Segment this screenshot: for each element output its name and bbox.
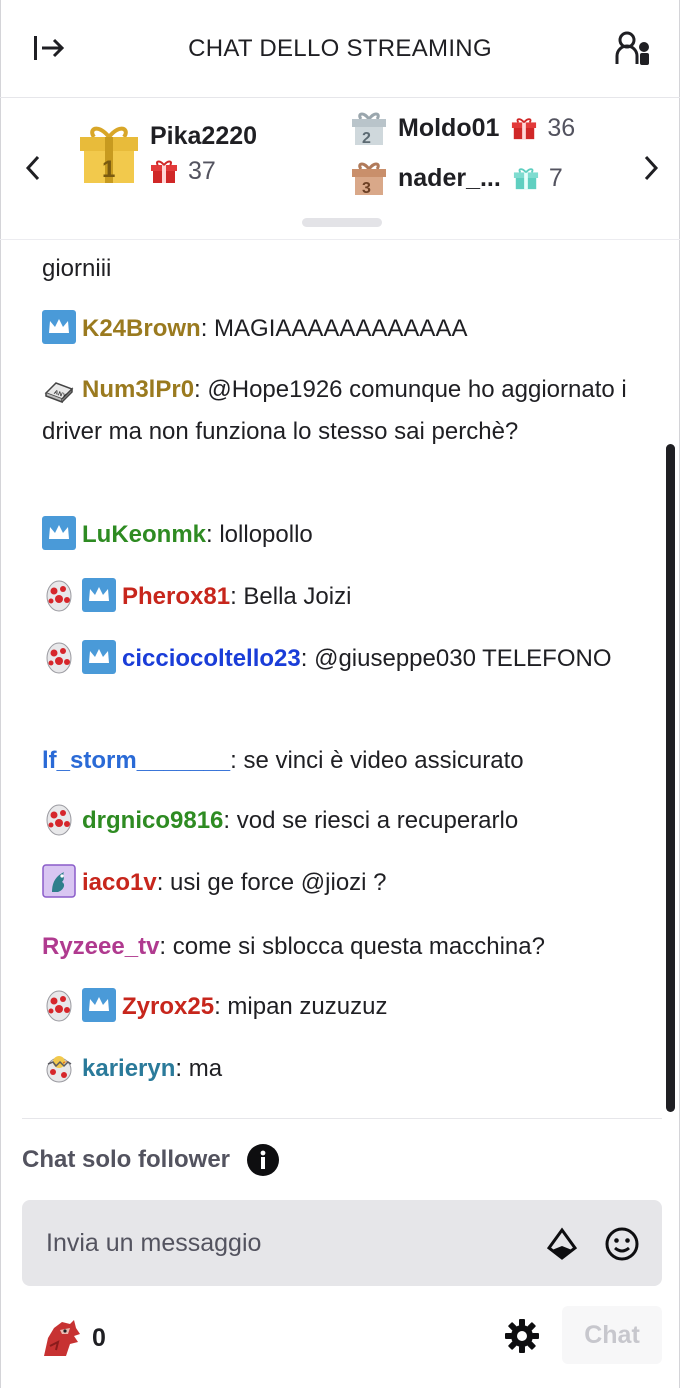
message-text: : usi ge force @jiozi ? (156, 869, 387, 896)
chat-title: CHAT DELLO STREAMING (188, 34, 492, 62)
chat-message[interactable]: iaco1v: usi ge force @jiozi ? (42, 862, 642, 904)
subscriber-crown-badge-icon[interactable] (42, 516, 76, 550)
message-username[interactable]: karieryn (82, 1055, 175, 1082)
chat-message[interactable]: ANY Num3lPr0: @Hope1926 comunque ho aggio… (42, 369, 642, 453)
leaderboard-third-place[interactable]: 3 nader_... 7 (350, 158, 563, 198)
chat-input-box[interactable] (22, 1200, 662, 1286)
first-place-amount: 37 (188, 156, 216, 185)
silver-gift-2-icon: 2 (352, 112, 386, 147)
bronze-gift-3-icon: 3 (352, 162, 386, 197)
channel-points[interactable]: 0 (40, 1316, 106, 1360)
leaderboard-next-button[interactable] (636, 148, 666, 188)
message-username[interactable]: lf_storm_______ (42, 747, 230, 774)
follower-only-label: Chat solo follower (22, 1146, 231, 1173)
subscriber-crown-badge-icon[interactable] (82, 988, 116, 1022)
follower-only-notice: Chat solo follower (22, 1142, 280, 1178)
chat-message[interactable]: K24Brown: MAGIAAAAAAAAAAAA (42, 308, 642, 350)
red-gift-icon (512, 118, 537, 140)
chat-scrollbar[interactable] (666, 444, 675, 1112)
gold-gift-1-icon: 1 (80, 126, 138, 183)
message-username[interactable]: LuKeonmk (82, 521, 206, 548)
chat-message[interactable]: Pherox81: Bella Joizi (42, 576, 642, 618)
message-text: : se vinci è video assicurato (230, 747, 524, 774)
chat-footer: 0 Chat (0, 1300, 680, 1380)
leaderboard-drag-handle[interactable] (302, 218, 382, 227)
chat-message[interactable]: Ryzeee_tv: come si sblocca questa macchi… (42, 926, 642, 968)
message-username[interactable]: iaco1v (82, 869, 157, 896)
red-gift-icon (151, 160, 177, 183)
red-egg-badge-icon[interactable] (42, 640, 76, 674)
message-text: : mipan zuzuzuz (214, 993, 388, 1020)
message-username[interactable]: drgnico9816 (82, 807, 223, 834)
subscriber-crown-badge-icon[interactable] (82, 640, 116, 674)
message-text: : ma (175, 1055, 223, 1082)
gift-leaderboard: 1 Pika2220 37 2 Moldo01 36 3 nader_... 7 (0, 98, 680, 240)
chat-message[interactable]: LuKeonmk: lollopollo (42, 514, 642, 556)
message-text: : come si sblocca questa macchina? (159, 933, 545, 960)
svg-text:3: 3 (362, 180, 371, 197)
channel-points-icon (44, 1320, 80, 1356)
community-icon[interactable] (612, 26, 656, 70)
subscriber-crown-badge-icon[interactable] (82, 578, 116, 612)
leaderboard-prev-button[interactable] (18, 148, 48, 188)
subscriber-crown-badge-icon[interactable] (42, 310, 76, 344)
message-username[interactable]: cicciocoltello23 (122, 645, 301, 672)
chat-divider (22, 1118, 662, 1119)
message-text: giorniii (42, 255, 112, 282)
chat-message-list[interactable]: giorniii K24Brown: MAGIAAAAAAAAAAAA ANY N… (0, 240, 662, 1112)
red-egg-badge-icon[interactable] (42, 802, 76, 836)
second-place-name: Moldo01 (398, 113, 500, 142)
third-place-amount: 7 (548, 163, 563, 192)
red-egg-badge-icon[interactable] (42, 578, 76, 612)
message-text: : vod se riesci a recuperarlo (223, 807, 519, 834)
message-username[interactable]: Zyrox25 (122, 993, 214, 1020)
emote-picker-icon[interactable] (602, 1224, 642, 1264)
info-icon[interactable] (246, 1143, 280, 1177)
chat-message[interactable]: drgnico9816: vod se riesci a recuperarlo (42, 800, 642, 842)
collapse-chat-icon[interactable] (30, 28, 70, 68)
third-place-name: nader_... (398, 163, 501, 192)
leaderboard-first-place[interactable]: 1 Pika2220 37 (78, 118, 257, 188)
first-place-name: Pika2220 (150, 121, 258, 150)
channel-points-value: 0 (92, 1323, 106, 1352)
message-username[interactable]: K24Brown (82, 315, 201, 342)
svg-text:2: 2 (362, 130, 371, 147)
chat-message[interactable]: lf_storm_______: se vinci è video assicu… (42, 740, 642, 782)
message-username[interactable]: Num3lPr0 (82, 376, 194, 403)
red-egg-badge-icon[interactable] (42, 988, 76, 1022)
send-chat-button[interactable]: Chat (562, 1306, 662, 1364)
bits-icon[interactable] (542, 1224, 582, 1264)
chat-message-input[interactable] (46, 1222, 526, 1264)
chat-settings-gear-icon[interactable] (502, 1316, 542, 1356)
message-text: : MAGIAAAAAAAAAAAA (200, 315, 468, 342)
teal-gift-icon (513, 168, 538, 190)
dragon-badge-icon[interactable] (42, 864, 76, 898)
chat-message[interactable]: giorniii (42, 248, 642, 290)
message-text: : @giuseppe030 TELEFONO (300, 645, 612, 672)
message-text: : Bella Joizi (230, 583, 352, 610)
leaderboard-second-place[interactable]: 2 Moldo01 36 (350, 108, 575, 148)
message-text: : lollopollo (206, 521, 313, 548)
chat-message[interactable]: karieryn: ma (42, 1048, 642, 1090)
second-place-amount: 36 (547, 113, 576, 142)
message-username[interactable]: Pherox81 (122, 583, 230, 610)
chat-header: CHAT DELLO STREAMING (0, 0, 680, 98)
keyboard-any-badge-icon[interactable]: ANY (42, 371, 76, 405)
chat-message[interactable]: cicciocoltello23: @giuseppe030 TELEFONO (42, 638, 642, 680)
svg-text:1: 1 (102, 156, 115, 183)
hatching-egg-badge-icon[interactable] (42, 1050, 76, 1084)
chat-message[interactable]: Zyrox25: mipan zuzuzuz (42, 986, 642, 1028)
message-username[interactable]: Ryzeee_tv (42, 933, 159, 960)
